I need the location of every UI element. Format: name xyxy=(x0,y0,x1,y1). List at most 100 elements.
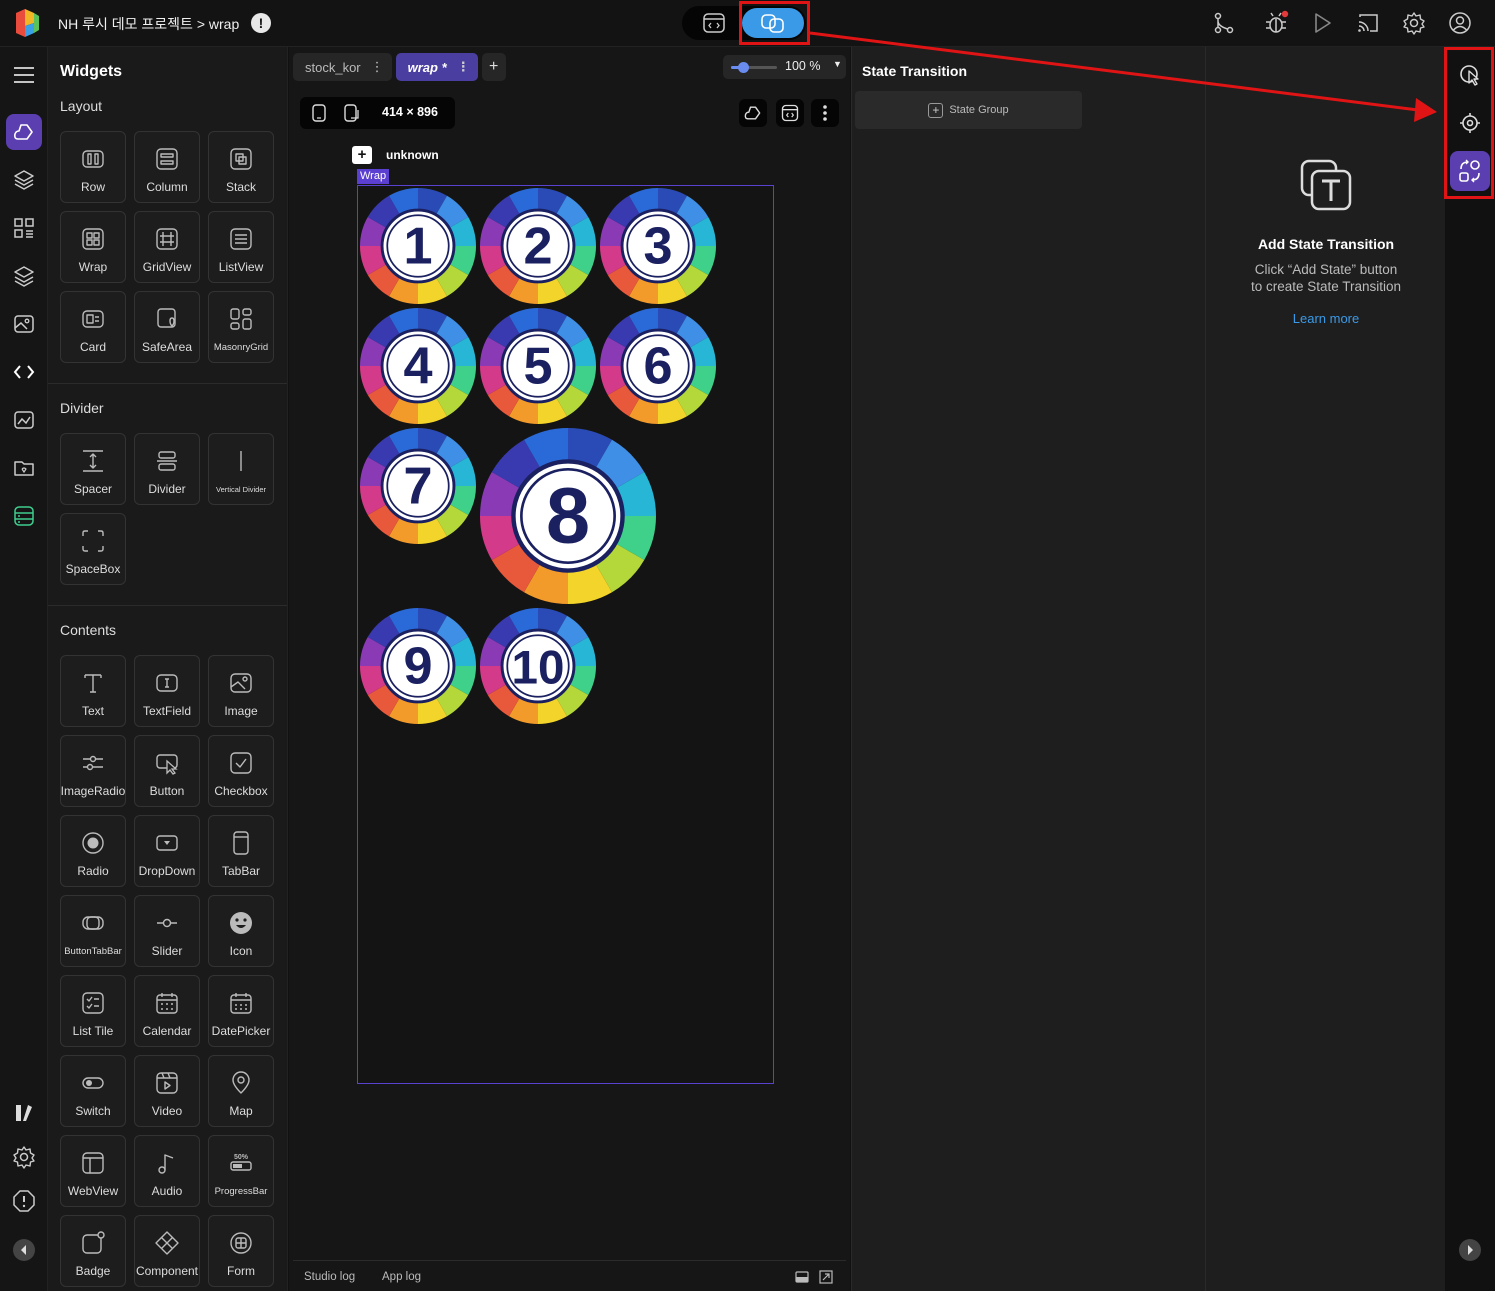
widget-stack[interactable]: Stack xyxy=(208,131,274,203)
number-ball-4[interactable]: 4 xyxy=(360,308,476,424)
widget-label: TextField xyxy=(142,704,192,718)
phone-icon[interactable] xyxy=(311,104,327,122)
api-tab-button[interactable] xyxy=(6,498,42,534)
number-ball-6[interactable]: 6 xyxy=(600,308,716,424)
widget-vertical-divider[interactable]: Vertical Divider xyxy=(208,433,274,505)
widget-mode-button[interactable] xyxy=(739,99,767,127)
chevron-down-icon[interactable]: ▼ xyxy=(833,59,842,69)
code-tab-button[interactable] xyxy=(6,354,42,390)
widget-badge[interactable]: Badge xyxy=(60,1215,126,1287)
widget-listview[interactable]: ListView xyxy=(208,211,274,283)
asset-tab-button[interactable] xyxy=(6,402,42,438)
studio-log-tab[interactable]: Studio log xyxy=(304,1271,355,1283)
widget-label: List Tile xyxy=(72,1024,114,1038)
zoom-slider-handle[interactable] xyxy=(737,62,749,73)
widget-divider[interactable]: Divider xyxy=(134,433,200,505)
account-icon[interactable] xyxy=(1447,10,1473,36)
number-ball-5[interactable]: 5 xyxy=(480,308,596,424)
number-ball-3[interactable]: 3 xyxy=(600,188,716,304)
layers-tab-button[interactable] xyxy=(6,162,42,198)
folder-tab-button[interactable] xyxy=(6,450,42,486)
widget-safearea[interactable]: SafeArea xyxy=(134,291,200,363)
collapse-left-button[interactable] xyxy=(6,1232,42,1268)
stack-tab-button[interactable] xyxy=(6,258,42,294)
widget-wrap[interactable]: Wrap xyxy=(60,211,126,283)
widget-button[interactable]: Button xyxy=(134,735,200,807)
menu-button[interactable] xyxy=(6,57,42,93)
number-ball-8[interactable]: 8 xyxy=(480,428,656,604)
add-state-group-button[interactable]: + State Group xyxy=(855,91,1082,129)
widget-column[interactable]: Column xyxy=(134,131,200,203)
state-mode-button[interactable] xyxy=(742,8,804,38)
play-icon[interactable] xyxy=(1309,10,1335,36)
interaction-tab-button[interactable] xyxy=(1450,55,1490,95)
widget-label: ButtonTabBar xyxy=(64,946,122,957)
number-ball-10[interactable]: 10 xyxy=(480,608,596,724)
tab-wrap[interactable]: wrap * ⋮ xyxy=(395,53,478,81)
widget-textfield[interactable]: TextField xyxy=(134,655,200,727)
widget-imageradio[interactable]: ImageRadio xyxy=(60,735,126,807)
widget-tab-button[interactable] xyxy=(6,114,42,150)
widget-list-tile[interactable]: List Tile xyxy=(60,975,126,1047)
branch-icon[interactable] xyxy=(1211,10,1237,36)
number-ball-9[interactable]: 9 xyxy=(360,608,476,724)
template-tab-button[interactable] xyxy=(6,210,42,246)
widget-component[interactable]: Component xyxy=(134,1215,200,1287)
gear-icon[interactable] xyxy=(1401,10,1427,36)
widget-icon[interactable]: Icon xyxy=(208,895,274,967)
design-mode-button[interactable] xyxy=(696,12,732,34)
widget-spacer[interactable]: Spacer xyxy=(60,433,126,505)
collapse-right-button[interactable] xyxy=(1450,1230,1490,1270)
widget-datepicker[interactable]: DatePicker xyxy=(208,975,274,1047)
library-button[interactable] xyxy=(6,1095,42,1131)
component-icon xyxy=(155,1231,179,1255)
app-log-tab[interactable]: App log xyxy=(382,1271,421,1283)
widget-audio[interactable]: Audio xyxy=(134,1135,200,1207)
widget-spacebox[interactable]: SpaceBox xyxy=(60,513,126,585)
widget-progressbar[interactable]: 50% ProgressBar xyxy=(208,1135,274,1207)
expand-icon[interactable] xyxy=(819,1270,833,1284)
widget-card[interactable]: Card xyxy=(60,291,126,363)
add-page-button[interactable]: + xyxy=(352,146,372,164)
widget-buttontabbar[interactable]: ButtonTabBar xyxy=(60,895,126,967)
widget-dropdown[interactable]: DropDown xyxy=(134,815,200,887)
number-ball-1[interactable]: 1 xyxy=(360,188,476,304)
tab-menu-icon[interactable]: ⋮ xyxy=(371,59,384,75)
widget-form[interactable]: Form xyxy=(208,1215,274,1287)
number-ball-7[interactable]: 7 xyxy=(360,428,476,544)
learn-more-link[interactable]: Learn more xyxy=(1206,311,1446,326)
target-tab-button[interactable] xyxy=(1450,103,1490,143)
warning-icon[interactable]: ! xyxy=(251,13,271,33)
state-transition-tab-button[interactable] xyxy=(1450,151,1490,191)
widget-webview[interactable]: WebView xyxy=(60,1135,126,1207)
info-button[interactable] xyxy=(6,1183,42,1219)
bug-icon[interactable] xyxy=(1263,10,1289,36)
dock-bottom-icon[interactable] xyxy=(795,1271,809,1283)
widget-video[interactable]: Video xyxy=(134,1055,200,1127)
tab-stock-kor[interactable]: stock_kor ⋮ xyxy=(293,53,392,81)
widget-row[interactable]: Row xyxy=(60,131,126,203)
wrap-widget-canvas[interactable]: 1 2 3 4 5 6 7 8 9 10 xyxy=(357,185,774,1084)
code-view-button[interactable] xyxy=(776,99,804,127)
canvas-more-button[interactable] xyxy=(811,99,839,127)
zoom-control[interactable]: 100 % ▼ xyxy=(723,55,846,79)
widget-text[interactable]: Text xyxy=(60,655,126,727)
widget-gridview[interactable]: GridView xyxy=(134,211,200,283)
image-tab-button[interactable] xyxy=(6,306,42,342)
cast-icon[interactable] xyxy=(1355,10,1381,36)
widget-switch[interactable]: Switch xyxy=(60,1055,126,1127)
widget-slider[interactable]: Slider xyxy=(134,895,200,967)
widget-masonrygrid[interactable]: MasonryGrid xyxy=(208,291,274,363)
widget-calendar[interactable]: Calendar xyxy=(134,975,200,1047)
widget-checkbox[interactable]: Checkbox xyxy=(208,735,274,807)
tab-menu-icon[interactable]: ⋮ xyxy=(457,59,470,75)
widget-map[interactable]: Map xyxy=(208,1055,274,1127)
settings-button[interactable] xyxy=(6,1139,42,1175)
widget-tabbar[interactable]: TabBar xyxy=(208,815,274,887)
widget-image[interactable]: Image xyxy=(208,655,274,727)
rotate-device-icon[interactable] xyxy=(343,104,361,122)
add-tab-button[interactable]: + xyxy=(481,53,506,81)
canvas-area: stock_kor ⋮ wrap * ⋮ + 100 % ▼ 414 × 896… xyxy=(289,47,850,1291)
number-ball-2[interactable]: 2 xyxy=(480,188,596,304)
widget-radio[interactable]: Radio xyxy=(60,815,126,887)
